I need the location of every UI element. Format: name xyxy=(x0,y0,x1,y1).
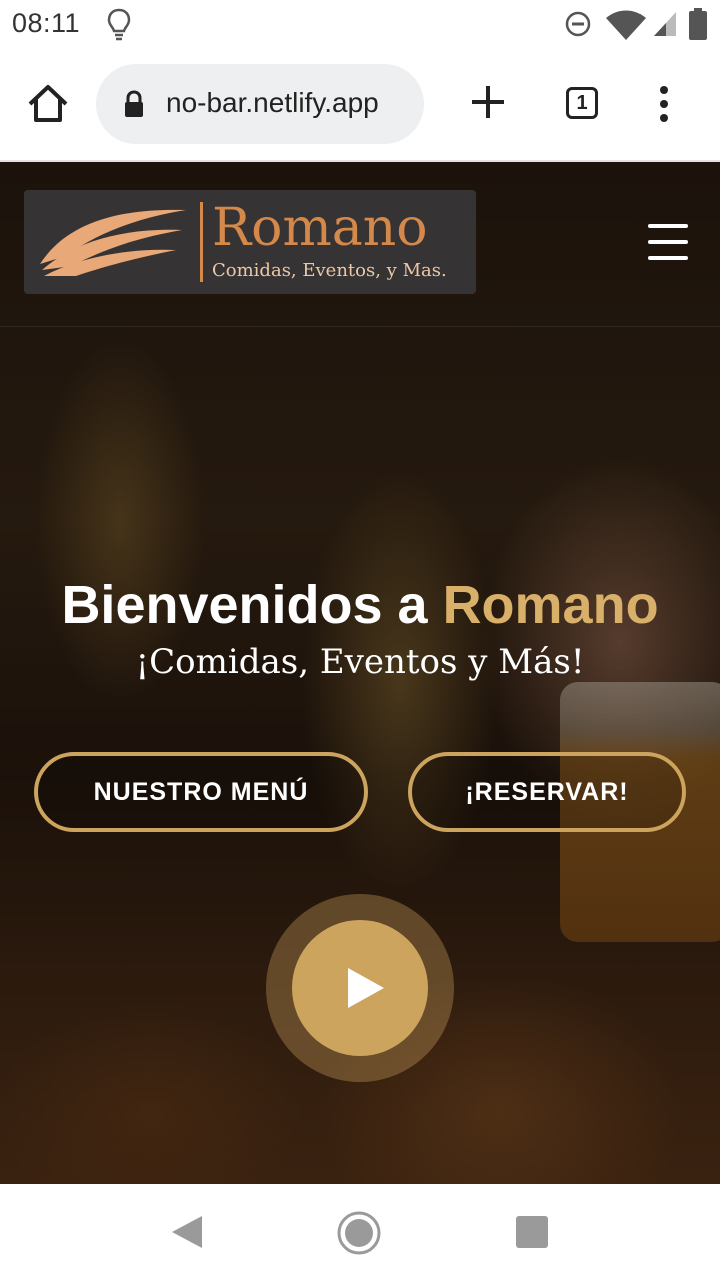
battery-icon xyxy=(689,8,707,40)
hero-subtitle: ¡Comidas, Eventos y Más! xyxy=(135,642,585,682)
do-not-disturb-icon xyxy=(565,11,591,37)
browser-toolbar: no-bar.netlify.app 1 xyxy=(0,50,720,162)
address-bar[interactable]: no-bar.netlify.app xyxy=(96,64,424,144)
hero-section: Romano Comidas, Eventos, y Mas. Bienveni… xyxy=(0,162,720,1184)
logo-tagline: Comidas, Eventos, y Mas. xyxy=(212,260,447,281)
status-time: 08:11 xyxy=(12,8,81,38)
new-tab-plus-icon[interactable] xyxy=(466,80,510,124)
site-logo[interactable]: Romano Comidas, Eventos, y Mas. xyxy=(24,190,476,294)
url-text: no-bar.netlify.app xyxy=(166,87,379,118)
signal-icon xyxy=(654,12,676,36)
recents-icon[interactable] xyxy=(516,1216,548,1248)
play-video-button[interactable] xyxy=(266,894,454,1082)
lock-icon xyxy=(125,90,143,117)
logo-name: Romano xyxy=(212,198,428,258)
more-vert-icon[interactable] xyxy=(652,84,676,124)
reserve-button[interactable]: ¡RESERVAR! xyxy=(408,752,686,832)
back-icon[interactable] xyxy=(170,1214,204,1250)
status-bar: 08:11 xyxy=(0,0,720,50)
site-header: Romano Comidas, Eventos, y Mas. xyxy=(0,162,720,327)
hero-title-accent: Romano xyxy=(442,575,659,635)
hero-title: Bienvenidos a Romano xyxy=(0,574,720,636)
home-icon[interactable] xyxy=(24,80,72,128)
home-circle-icon[interactable] xyxy=(336,1210,382,1256)
hamburger-menu-icon[interactable] xyxy=(648,224,688,260)
wing-logo-icon xyxy=(40,209,186,276)
our-menu-button[interactable]: NUESTRO MENÚ xyxy=(34,752,368,832)
logo-divider xyxy=(200,202,203,282)
wifi-icon xyxy=(606,10,646,40)
lightbulb-icon xyxy=(107,8,131,41)
play-button-inner xyxy=(292,920,428,1056)
play-icon xyxy=(348,968,384,1008)
hero-title-prefix: Bienvenidos a xyxy=(61,575,443,635)
tab-switcher-icon[interactable]: 1 xyxy=(566,87,598,119)
android-nav-bar xyxy=(0,1184,720,1280)
